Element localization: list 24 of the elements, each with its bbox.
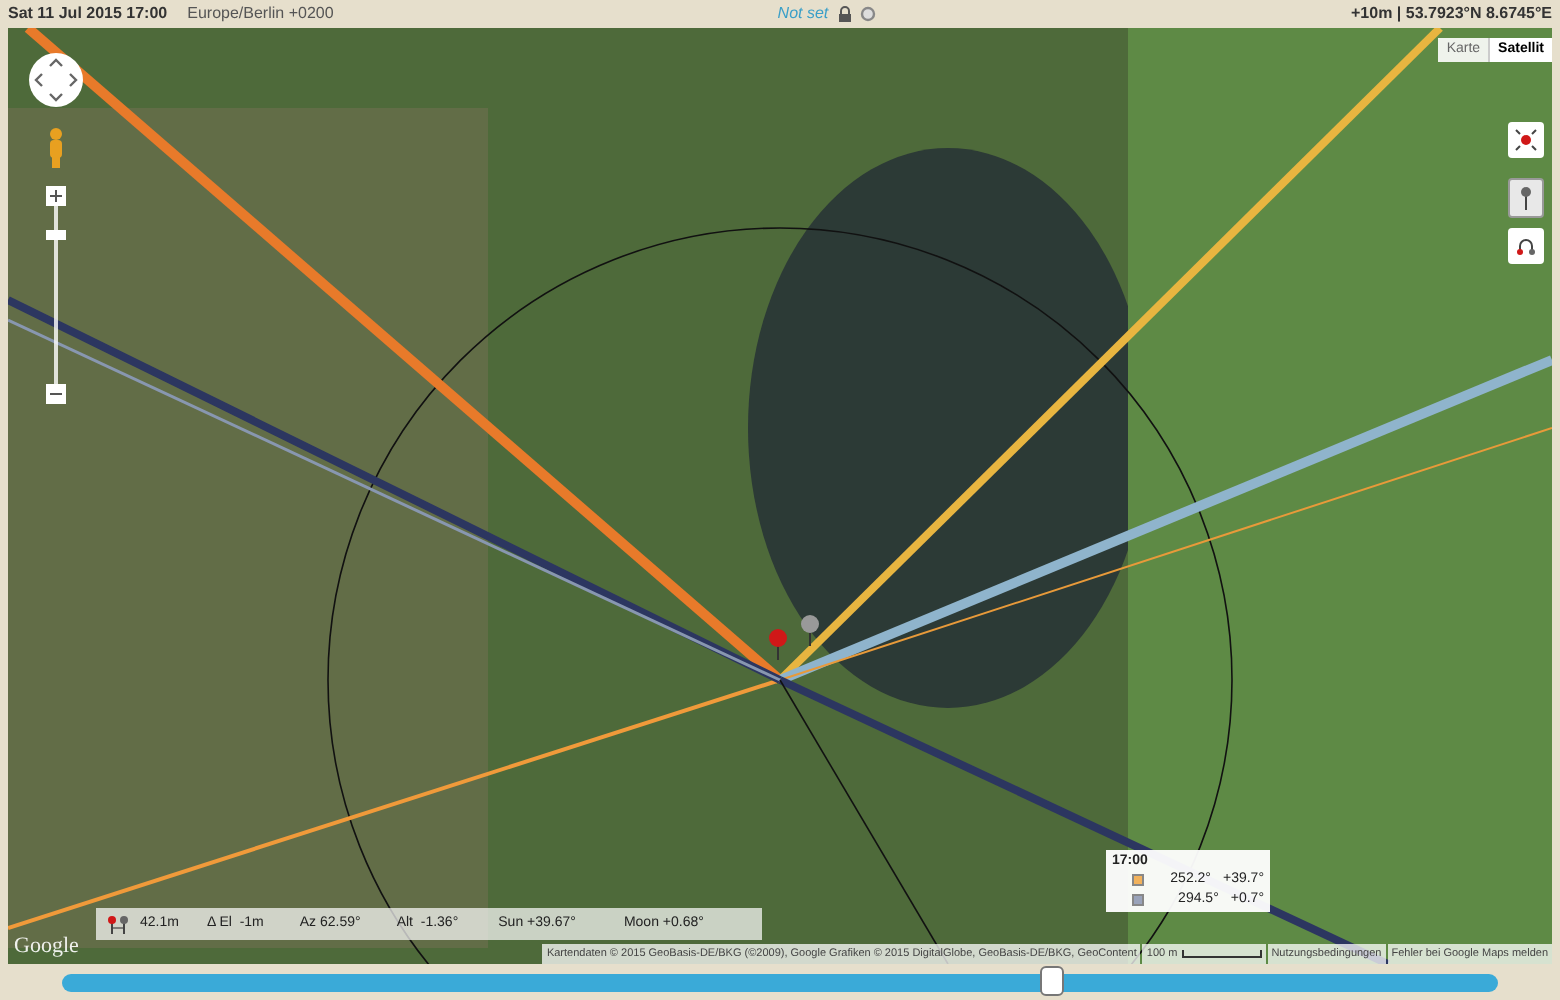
date-time[interactable]: Sat 11 Jul 2015 17:00 [8,2,168,26]
person-icon[interactable] [46,128,66,168]
satellite-map-photo[interactable] [8,28,1552,964]
location-coordinates[interactable]: +10m | 53.7923°N 8.6745°E [1351,2,1552,26]
map-logo: Google [14,932,79,962]
minus-icon [50,388,62,400]
pin-button[interactable] [1508,178,1544,218]
pin-arrows-icon [1514,128,1538,152]
zoom-in-button[interactable] [46,186,66,206]
plus-icon [50,190,62,202]
timezone[interactable]: Europe/Berlin +0200 [187,2,334,26]
pin-icon [1520,186,1532,210]
pin-tool-button[interactable] [1508,122,1544,158]
time-slider-thumb[interactable] [1040,965,1065,995]
circle-icon[interactable] [860,6,877,22]
zoom-out-button[interactable] [46,384,66,404]
pan-control-icon[interactable] [28,52,84,108]
zoom-slider-handle[interactable] [46,230,66,240]
pin-link-button[interactable] [1508,228,1544,264]
arc-pins-icon [1514,234,1538,258]
lock-icon[interactable] [838,6,853,22]
scale-line-icon [1181,950,1262,958]
secondary-pin-icon[interactable] [800,614,820,646]
two-pins-icon[interactable] [108,915,128,933]
